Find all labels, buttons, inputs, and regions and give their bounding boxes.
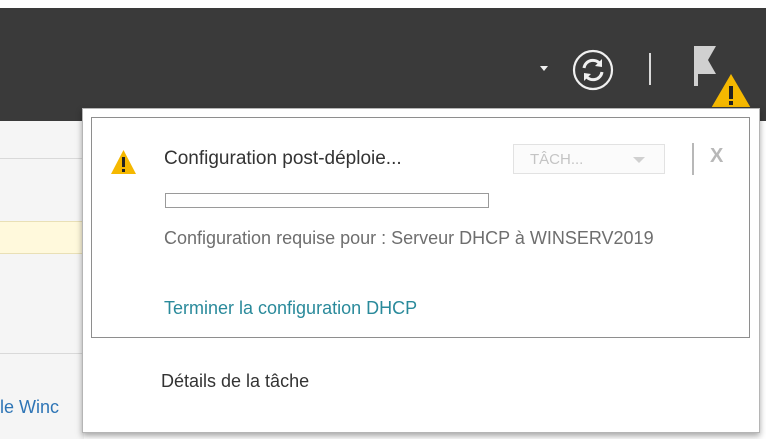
background-warning-banner [0, 221, 84, 254]
task-dropdown[interactable]: TÂCH... [513, 144, 665, 174]
progress-bar [165, 193, 489, 208]
notification-title: Configuration post-déploie... [164, 148, 402, 169]
task-details-link[interactable]: Détails de la tâche [161, 371, 309, 392]
chevron-down-icon[interactable] [540, 66, 548, 71]
server-manager-toolbar [0, 8, 766, 121]
top-margin [0, 0, 766, 8]
notification-card: Configuration post-déploie... TÂCH... X … [91, 117, 750, 338]
background-dashboard: le Winc [0, 121, 84, 439]
card-divider [692, 143, 694, 175]
background-link[interactable]: le Winc [0, 397, 59, 418]
warning-icon [111, 150, 136, 174]
close-button[interactable]: X [710, 145, 723, 168]
notifications-flyout: Configuration post-déploie... TÂCH... X … [82, 108, 760, 433]
divider [0, 158, 84, 159]
caret-down-icon [633, 157, 645, 163]
task-dropdown-label: TÂCH... [530, 151, 584, 168]
finish-dhcp-configuration-link[interactable]: Terminer la configuration DHCP [164, 298, 417, 319]
toolbar-divider [649, 53, 651, 85]
flag-warning-icon[interactable] [686, 40, 754, 112]
status-message: Configuration requise pour : Serveur DHC… [164, 228, 654, 248]
divider [0, 353, 84, 354]
refresh-icon[interactable] [571, 48, 615, 92]
